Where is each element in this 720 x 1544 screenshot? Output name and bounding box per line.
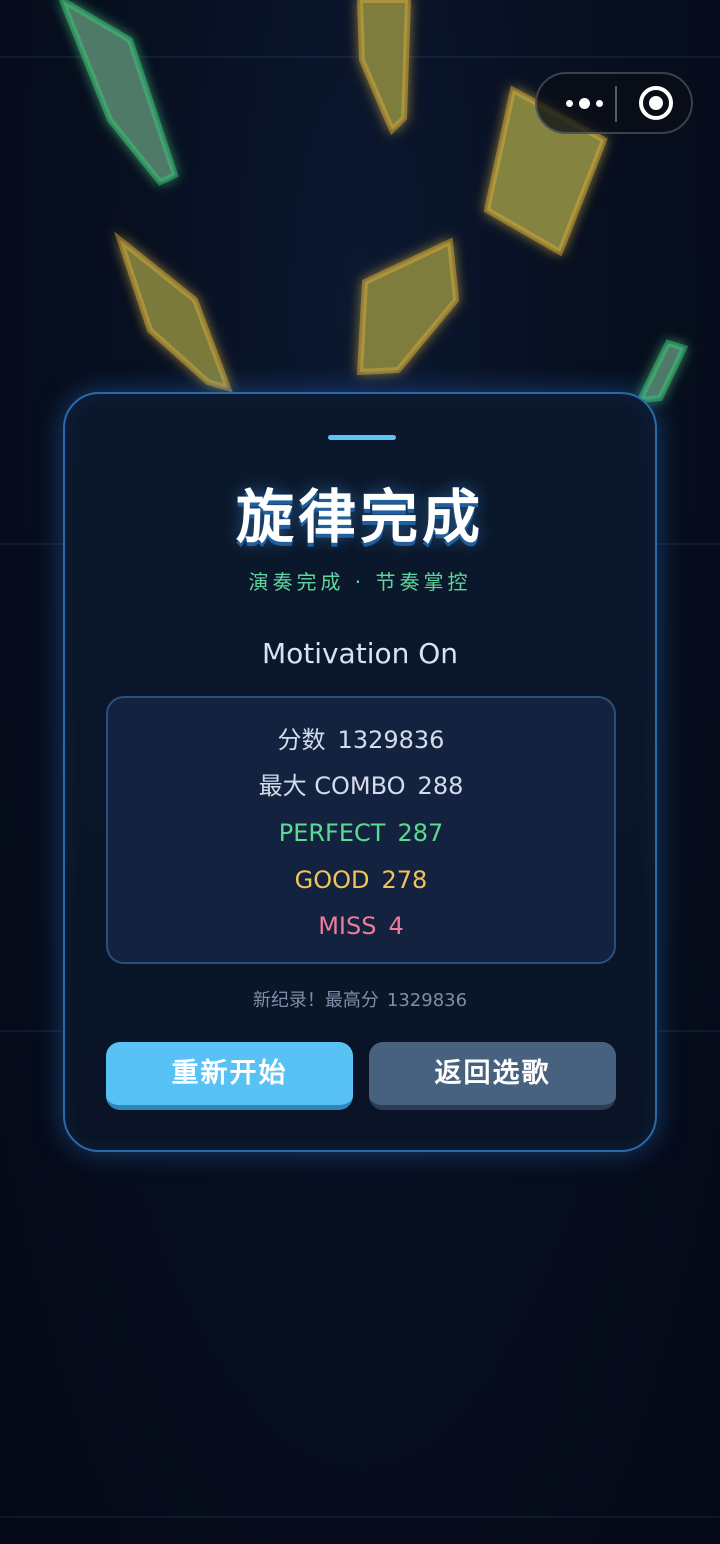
dot [578,97,590,109]
falling-note [356,0,412,136]
target-circle-icon[interactable] [639,86,673,120]
back-to-song-select-button[interactable]: 返回选歌 [369,1042,616,1110]
dot [565,99,573,107]
record-value: 1329836 [386,990,468,1011]
score-label: 分数 [277,726,326,754]
song-name: Motivation On [261,637,459,670]
result-subtitle: 演奏完成 · 节奏掌控 [248,570,472,594]
result-title: 旋律完成 [235,483,484,551]
falling-notes [58,0,689,404]
combo-label: 最大 COMBO [258,772,406,800]
good-label: GOOD [294,866,370,894]
perfect-row: PERFECT 287 [108,817,614,849]
combo-row: 最大 COMBO 288 [108,770,614,802]
more-dots-icon[interactable] [553,74,615,132]
falling-note [634,339,689,404]
card-handle [328,435,396,440]
miss-value: 4 [388,912,404,940]
good-row: GOOD 278 [108,864,614,896]
falling-note [58,0,179,186]
score-row: 分数 1329836 [108,724,614,756]
miss-row: MISS 4 [108,910,614,942]
record-label: 新纪录！最高分 [252,990,379,1011]
falling-note [356,237,460,376]
dot [595,99,603,107]
miss-label: MISS [318,912,377,940]
new-record-text: 新纪录！最高分 1329836 [65,988,655,1014]
capsule-divider [615,86,617,122]
game-stage: 旋律完成 演奏完成 · 节奏掌控 Motivation On 分数 1329836… [0,0,720,1544]
lane-line [0,1516,720,1518]
perfect-label: PERFECT [278,819,386,847]
score-value: 1329836 [337,726,445,754]
restart-button[interactable]: 重新开始 [106,1042,353,1110]
combo-value: 288 [417,772,464,800]
result-card: 旋律完成 演奏完成 · 节奏掌控 Motivation On 分数 1329836… [63,392,657,1152]
good-value: 278 [381,866,428,894]
mini-program-capsule [535,72,693,134]
perfect-value: 287 [397,819,444,847]
stats-panel: 分数 1329836 最大 COMBO 288 PERFECT 287 GOOD 278… [106,696,616,964]
falling-note [113,231,233,393]
